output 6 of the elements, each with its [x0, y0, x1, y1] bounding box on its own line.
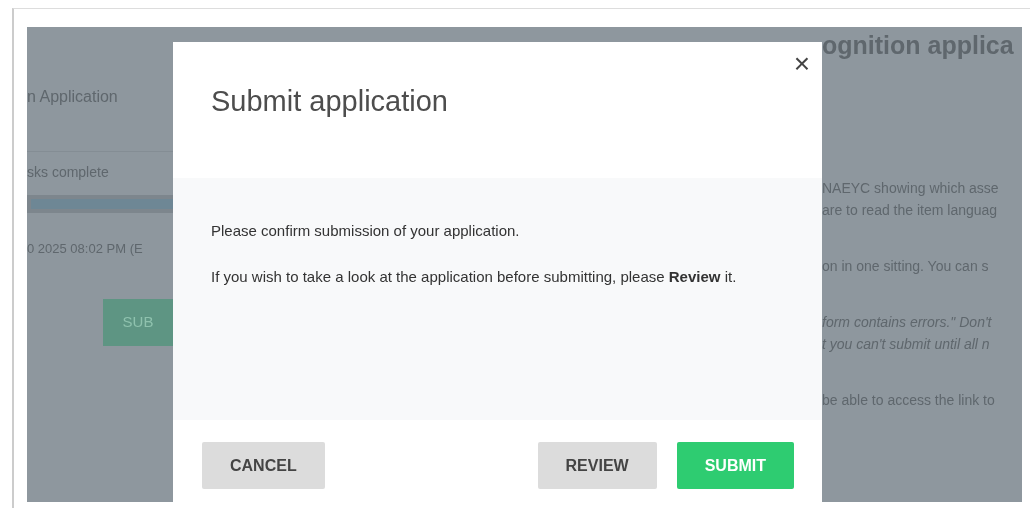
dialog-button[interactable]: CANCEL	[202, 442, 325, 489]
dialog-button[interactable]: REVIEW	[537, 442, 657, 489]
message-text: Please confirm submission of your application.	[211, 221, 521, 241]
message-text: If you wish to take a look at the application before submitting, please Review it.	[211, 267, 738, 287]
close-button[interactable]: ×	[793, 50, 810, 78]
modal-title: Submit application	[211, 84, 448, 119]
